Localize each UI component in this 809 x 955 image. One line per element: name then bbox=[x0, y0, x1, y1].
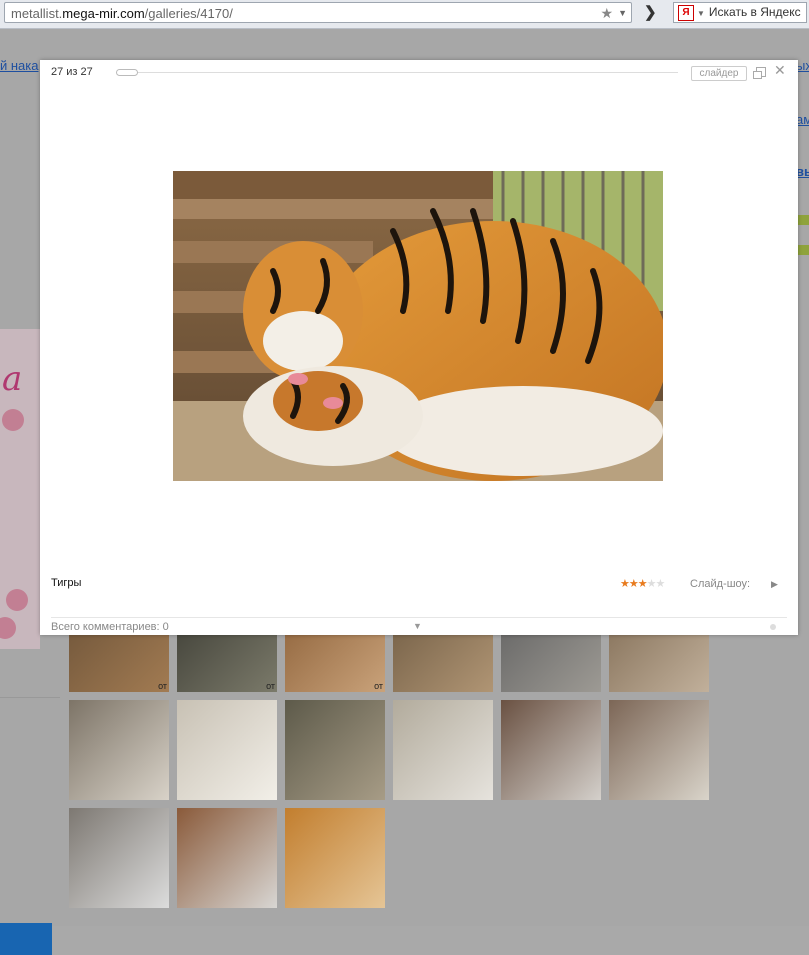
photo-counter: 27 из 27 bbox=[51, 66, 93, 78]
thumb-12[interactable] bbox=[609, 700, 709, 800]
modal-divider bbox=[51, 617, 787, 618]
play-icon[interactable]: ▶ bbox=[771, 579, 778, 590]
background-decoration: a bbox=[0, 329, 40, 649]
thumb-overlay-label: от bbox=[158, 681, 167, 691]
close-icon[interactable]: ✕ bbox=[774, 62, 786, 79]
progress-track[interactable] bbox=[116, 72, 678, 73]
thumb-14[interactable] bbox=[177, 808, 277, 908]
thumb-15[interactable] bbox=[285, 808, 385, 908]
address-bar[interactable]: metallist.mega-mir.com/galleries/4170/ ★… bbox=[4, 2, 632, 23]
progress-handle[interactable] bbox=[116, 69, 138, 76]
url-host: mega-mir.com bbox=[62, 6, 145, 21]
thumb-10[interactable] bbox=[393, 700, 493, 800]
thumb-7[interactable] bbox=[69, 700, 169, 800]
search-engine-dropdown-icon[interactable]: ▼ bbox=[697, 9, 705, 18]
rating-stars[interactable]: ★★★★★ bbox=[620, 577, 666, 590]
background-divider bbox=[0, 697, 60, 698]
star-icon[interactable]: ★ bbox=[656, 578, 666, 590]
search-placeholder: Искать в Яндекс bbox=[708, 5, 801, 19]
search-box[interactable]: Я ▼ Искать в Яндекс bbox=[673, 2, 807, 23]
star-icon[interactable]: ★ bbox=[629, 578, 639, 590]
background-blue-panel[interactable] bbox=[0, 923, 52, 955]
bookmark-star-icon[interactable]: ★ bbox=[600, 3, 613, 24]
comments-expand-icon[interactable]: ▼ bbox=[413, 621, 422, 631]
thumb-11[interactable] bbox=[501, 700, 601, 800]
star-icon[interactable]: ★ bbox=[647, 578, 657, 590]
rose-icon-2 bbox=[6, 589, 28, 611]
yandex-logo-icon: Я bbox=[678, 5, 694, 21]
thumb-9[interactable] bbox=[285, 700, 385, 800]
rose-icon bbox=[2, 409, 24, 431]
browser-toolbar: metallist.mega-mir.com/galleries/4170/ ★… bbox=[0, 0, 809, 29]
photo-viewer-modal: 27 из 27 слайдер ✕ Тигры ★★★★★ Слайд-шоу… bbox=[40, 60, 798, 635]
forward-arrow-icon[interactable]: ❯ bbox=[644, 3, 657, 21]
comments-count[interactable]: Всего комментариев: 0 bbox=[51, 621, 169, 633]
slider-button[interactable]: слайдер bbox=[691, 66, 747, 81]
url-dropdown-icon[interactable]: ▼ bbox=[618, 3, 627, 24]
decor-letter: a bbox=[2, 359, 23, 399]
star-icon[interactable]: ★ bbox=[638, 578, 648, 590]
photo-caption: Тигры bbox=[51, 577, 82, 589]
url-path: /galleries/4170/ bbox=[144, 6, 233, 21]
thumb-overlay-label: от bbox=[374, 681, 383, 691]
background-bar-2 bbox=[797, 245, 809, 255]
restore-window-icon[interactable] bbox=[753, 67, 766, 79]
url-prefix: metallist. bbox=[11, 6, 63, 21]
thumb-8[interactable] bbox=[177, 700, 277, 800]
background-bar bbox=[797, 215, 809, 225]
star-icon[interactable]: ★ bbox=[620, 578, 630, 590]
slideshow-label[interactable]: Слайд-шоу: bbox=[690, 578, 750, 590]
main-photo[interactable] bbox=[173, 171, 663, 481]
thumb-overlay-label: от bbox=[266, 681, 275, 691]
thumb-13[interactable] bbox=[69, 808, 169, 908]
status-dot-icon bbox=[770, 624, 776, 630]
rose-icon-3 bbox=[0, 617, 16, 639]
tiger-photo-image bbox=[173, 171, 663, 481]
background-link-left[interactable]: й нака bbox=[0, 58, 39, 73]
